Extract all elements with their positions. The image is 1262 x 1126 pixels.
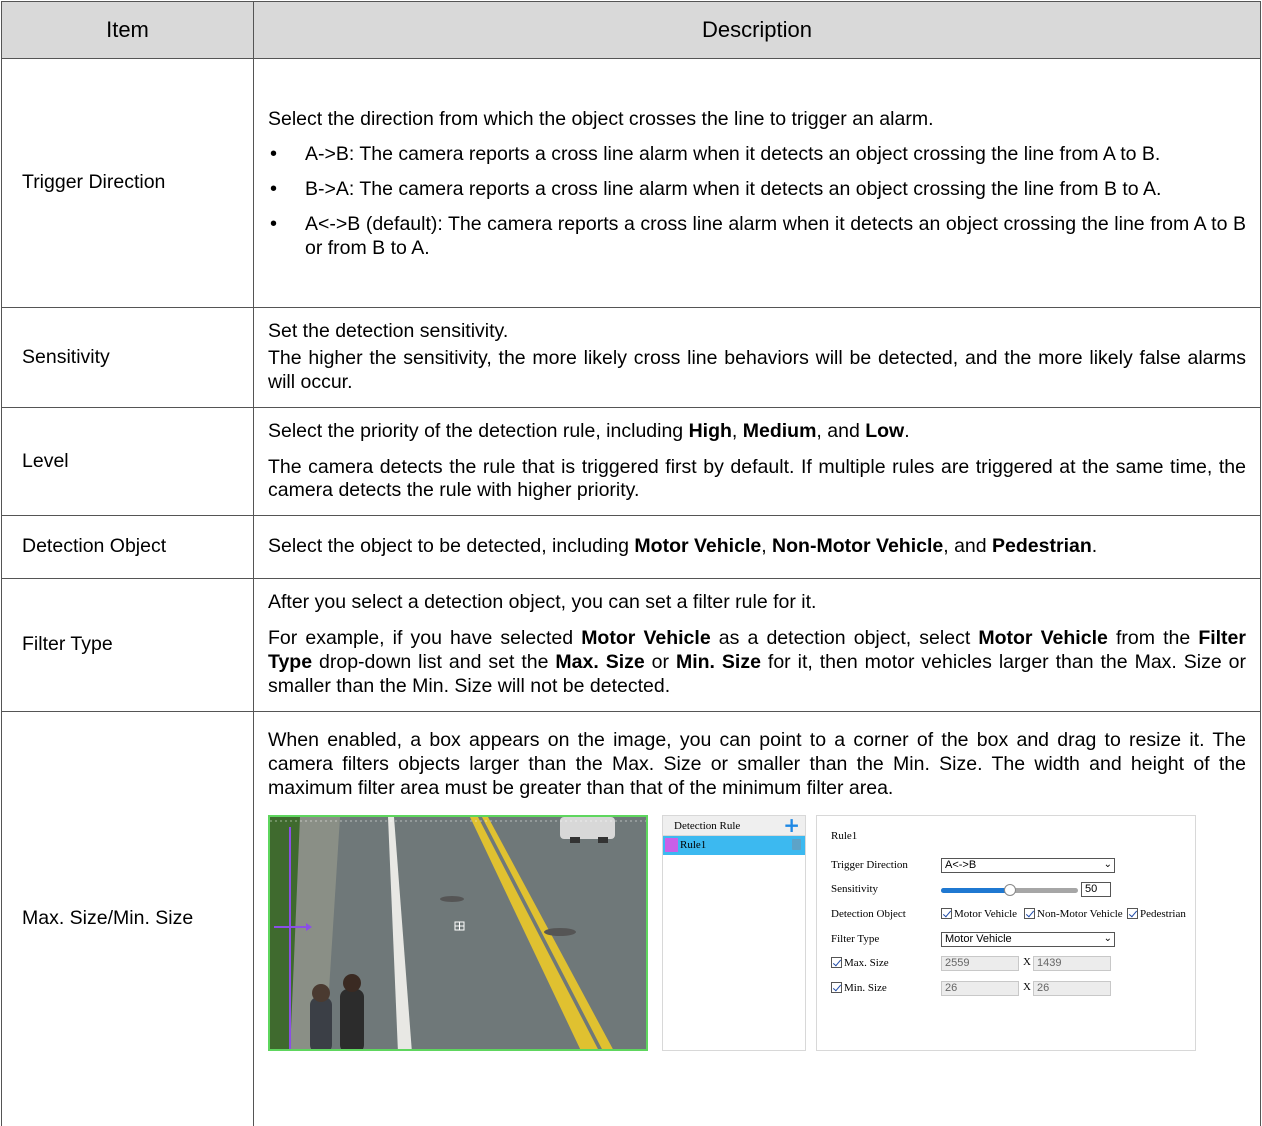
- plus-icon[interactable]: +: [783, 813, 800, 837]
- filter-type-p2: For example, if you have selected Motor …: [268, 627, 1246, 697]
- item-level: Level: [1, 407, 254, 516]
- min-size-label: Min. Size: [844, 981, 887, 994]
- rule-settings-panel: Rule1 Trigger Direction A<->B ⌄ Sensitivi…: [816, 814, 1196, 1051]
- non-motor-vehicle-label: Non-Motor Vehicle: [1037, 907, 1123, 920]
- trigger-direction-label: Trigger Direction: [831, 858, 908, 871]
- item-sensitivity: Sensitivity: [1, 307, 254, 408]
- item-max-min-size: Max. Size/Min. Size: [1, 711, 254, 1126]
- detection-rule-panel: Detection Rule + Rule1: [662, 813, 806, 1051]
- table-row-trigger-direction: Trigger Direction Select the direction f…: [1, 58, 1261, 308]
- sensitivity-value-input[interactable]: 50: [1081, 881, 1111, 897]
- description-detection-object: Select the object to be detected, includ…: [253, 515, 1261, 579]
- sensitivity-label: Sensitivity: [831, 882, 879, 895]
- filter-type-select[interactable]: Motor Vehicle ⌄: [941, 931, 1115, 947]
- sensitivity-slider[interactable]: [941, 883, 1078, 896]
- max-size-times: X: [1023, 955, 1031, 968]
- sensitivity-p2: The higher the sensitivity, the more lik…: [268, 347, 1246, 393]
- max-size-checkbox[interactable]: [831, 956, 842, 968]
- detection-object-p1: Select the object to be detected, includ…: [268, 535, 1098, 557]
- max-min-p1: When enabled, a box appears on the image…: [268, 729, 1246, 799]
- column-header-item: Item: [1, 1, 254, 59]
- item-filter-type: Filter Type: [1, 578, 254, 712]
- trigger-options-list: A->B: The camera reports a cross line al…: [268, 142, 1246, 261]
- sensitivity-p1: Set the detection sensitivity.: [268, 320, 509, 343]
- chevron-down-icon: ⌄: [1103, 858, 1112, 870]
- pedestrian-checkbox[interactable]: [1127, 907, 1138, 919]
- min-size-checkbox[interactable]: [831, 981, 842, 993]
- trigger-option-b-to-a: B->A: The camera reports a cross line al…: [268, 177, 1246, 202]
- road-scene-image: [270, 816, 646, 1049]
- pedestrian-label: Pedestrian: [1140, 907, 1186, 920]
- sensitivity-slider-handle[interactable]: [1003, 883, 1016, 896]
- column-header-description: Description: [253, 1, 1261, 59]
- detection-rule-title: Detection Rule: [674, 819, 741, 832]
- min-size-height-input[interactable]: 26: [1033, 980, 1111, 996]
- min-size-times: X: [1023, 980, 1031, 993]
- filter-type-p1: After you select a detection object, you…: [268, 591, 817, 614]
- table-row-detection-object: Detection Object Select the object to be…: [1, 515, 1261, 579]
- level-p1: Select the priority of the detection rul…: [268, 419, 910, 442]
- description-trigger-direction: Select the direction from which the obje…: [253, 58, 1261, 308]
- rule-name: Rule1: [680, 838, 707, 851]
- sensitivity-slider-fill: [941, 887, 1010, 893]
- trigger-option-a-to-b: A->B: The camera reports a cross line al…: [268, 142, 1246, 167]
- trigger-direction-select[interactable]: A<->B ⌄: [941, 857, 1115, 873]
- description-filter-type: After you select a detection object, you…: [253, 578, 1261, 712]
- parameter-table: Item Description Trigger Direction Selec…: [1, 1, 1261, 1126]
- item-detection-object: Detection Object: [1, 515, 254, 579]
- table-row-level: Level Select the priority of the detecti…: [1, 407, 1261, 516]
- level-p2: The camera detects the rule that is trig…: [268, 455, 1246, 502]
- rule-color-swatch: [665, 837, 678, 852]
- table-row-max-min-size: Max. Size/Min. Size When enabled, a box …: [1, 711, 1261, 1126]
- min-size-width-input[interactable]: 26: [941, 980, 1019, 996]
- filter-type-label: Filter Type: [831, 932, 880, 945]
- rule-list-item[interactable]: Rule1: [663, 835, 805, 855]
- max-size-width-input[interactable]: 2559: [941, 955, 1019, 971]
- camera-live-view: [268, 814, 648, 1051]
- motor-vehicle-checkbox[interactable]: [941, 907, 952, 919]
- chevron-down-icon: ⌄: [1103, 932, 1112, 944]
- max-size-label: Max. Size: [844, 956, 889, 969]
- trash-icon[interactable]: [792, 838, 801, 850]
- trigger-option-both: A<->B (default): The camera reports a cr…: [268, 212, 1246, 261]
- ui-screenshot: Detection Rule + Rule1 Rule1 Trigger Dir…: [268, 813, 1246, 1053]
- item-trigger-direction: Trigger Direction: [1, 58, 254, 308]
- motor-vehicle-label: Motor Vehicle: [954, 907, 1018, 920]
- non-motor-vehicle-checkbox[interactable]: [1024, 907, 1035, 919]
- table-row-sensitivity: Sensitivity Set the detection sensitivit…: [1, 307, 1261, 408]
- max-size-height-input[interactable]: 1439: [1033, 955, 1111, 971]
- rule-settings-title: Rule1: [831, 829, 858, 842]
- trigger-intro: Select the direction from which the obje…: [268, 108, 934, 131]
- description-max-min-size: When enabled, a box appears on the image…: [253, 711, 1261, 1126]
- table-header-row: Item Description: [1, 1, 1261, 59]
- detection-object-label: Detection Object: [831, 907, 906, 920]
- description-sensitivity: Set the detection sensitivity. The highe…: [253, 307, 1261, 408]
- description-level: Select the priority of the detection rul…: [253, 407, 1261, 516]
- table-row-filter-type: Filter Type After you select a detection…: [1, 578, 1261, 712]
- detection-rule-header: Detection Rule +: [663, 813, 805, 837]
